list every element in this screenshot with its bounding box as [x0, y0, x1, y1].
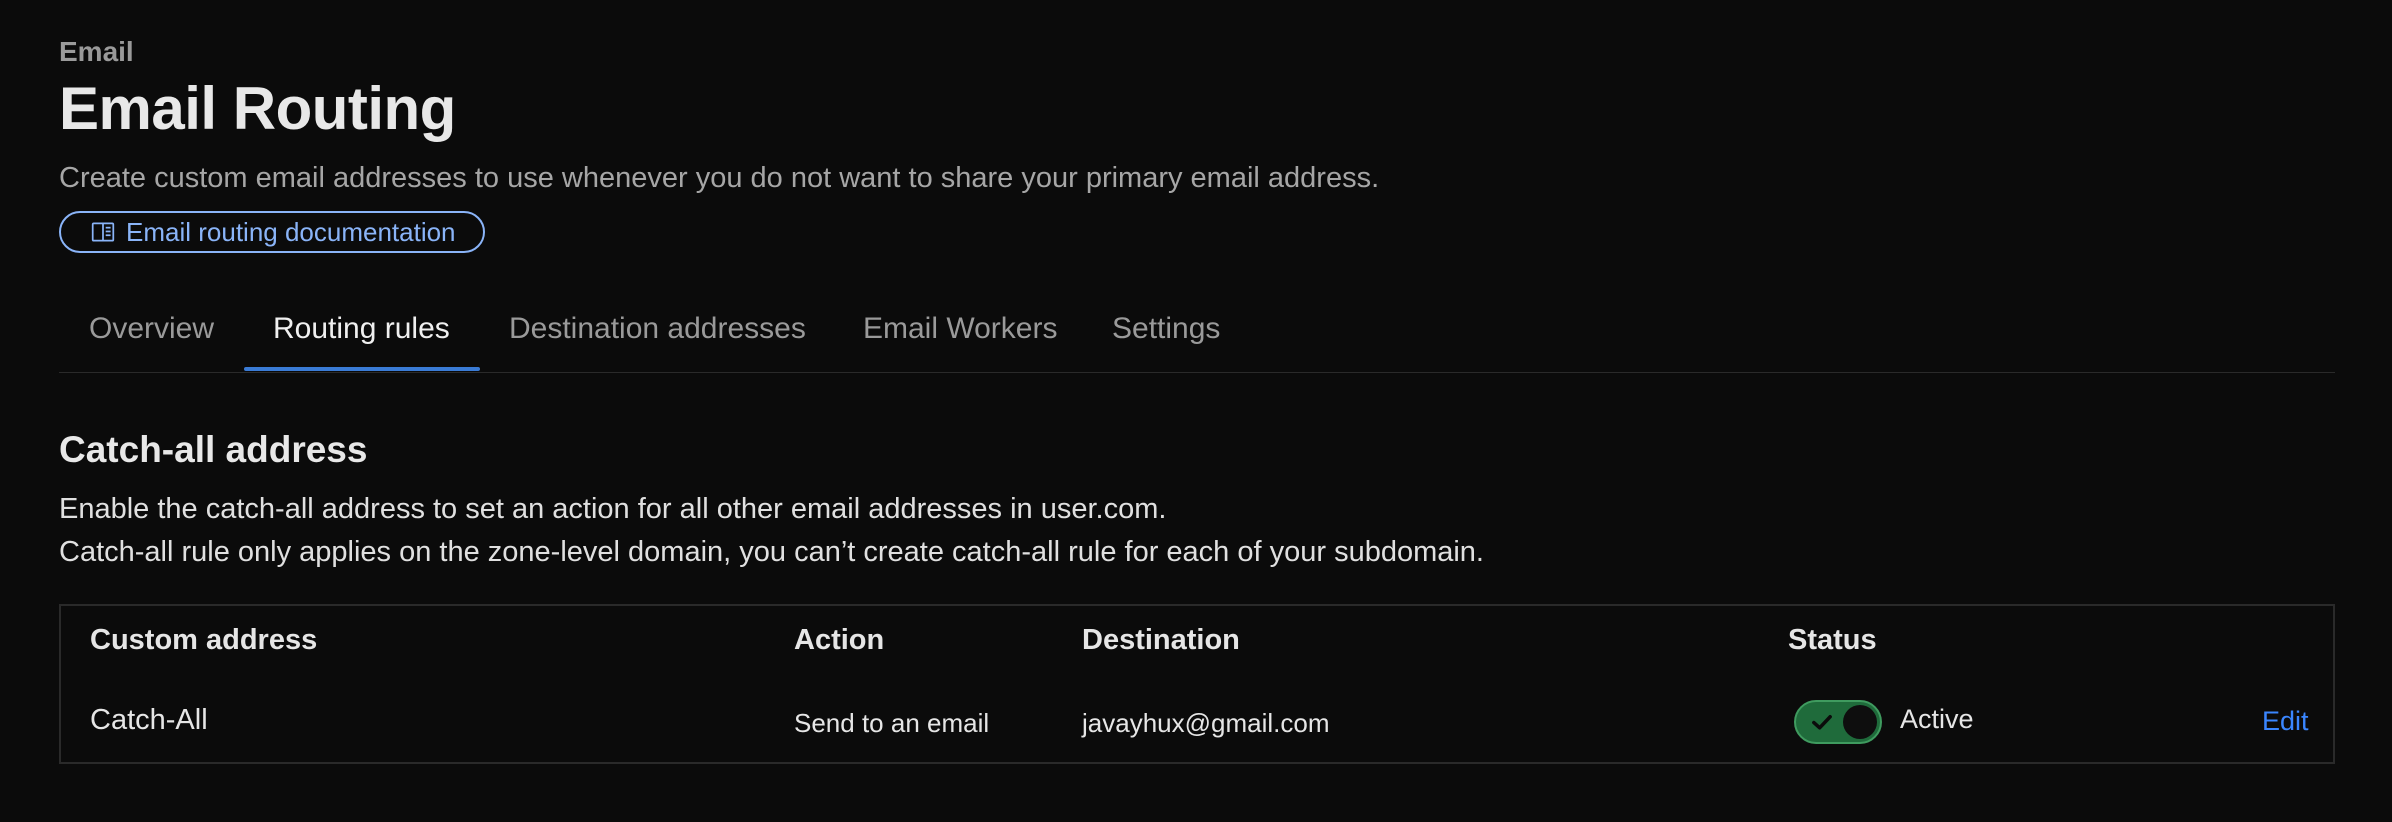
column-header-custom-address: Custom address	[90, 624, 318, 656]
tab-bar: Overview Routing rules Destination addre…	[59, 300, 2335, 373]
catch-all-table: Custom address Action Destination Status…	[59, 604, 2335, 764]
column-header-destination: Destination	[1082, 624, 1240, 656]
tab-routing-rules[interactable]: Routing rules	[273, 300, 450, 372]
tab-destination-addresses[interactable]: Destination addresses	[509, 300, 806, 372]
catch-all-description-line-2: Catch-all rule only applies on the zone-…	[59, 536, 1484, 568]
documentation-link-label: Email routing documentation	[126, 216, 456, 247]
book-icon	[90, 219, 116, 245]
page-eyebrow: Email	[59, 36, 134, 67]
custom-address-cell: Catch-All	[90, 704, 208, 736]
column-header-status: Status	[1788, 624, 1877, 656]
edit-link[interactable]: Edit	[2262, 706, 2309, 737]
tab-overview[interactable]: Overview	[89, 300, 214, 372]
catch-all-title: Catch-all address	[59, 429, 368, 470]
destination-cell: javayhux@gmail.com	[1082, 708, 1330, 738]
toggle-knob	[1843, 705, 1877, 739]
documentation-link[interactable]: Email routing documentation	[59, 211, 485, 253]
action-cell: Send to an email	[794, 708, 990, 738]
tab-email-workers[interactable]: Email Workers	[863, 300, 1057, 372]
status-label: Active	[1900, 704, 1974, 734]
catch-all-description-line-1: Enable the catch-all address to set an a…	[59, 493, 1167, 525]
status-toggle[interactable]	[1794, 700, 1882, 744]
page-title: Email Routing	[59, 75, 456, 142]
page-description: Create custom email addresses to use whe…	[59, 162, 1380, 194]
tab-settings[interactable]: Settings	[1112, 300, 1220, 372]
check-icon	[1812, 715, 1832, 730]
active-tab-indicator	[244, 367, 480, 371]
column-header-action: Action	[794, 624, 885, 656]
